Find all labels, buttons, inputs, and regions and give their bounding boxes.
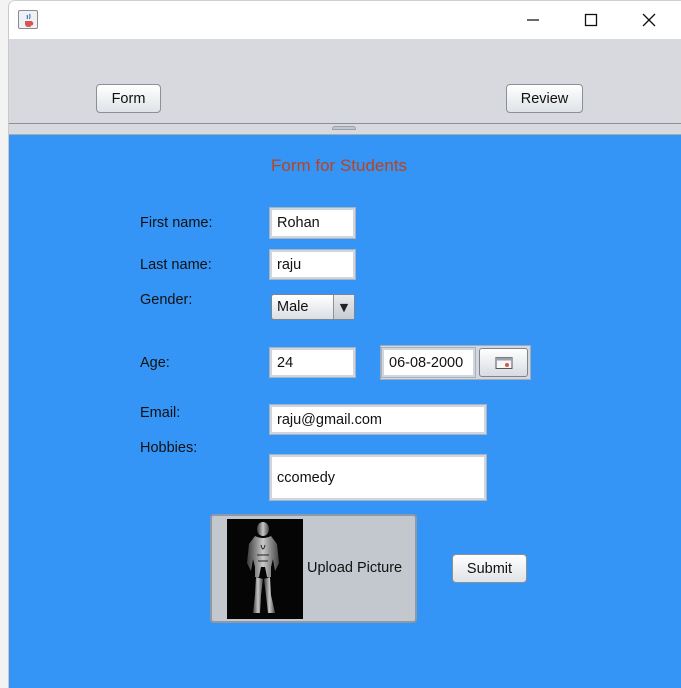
student-form-panel: Form for Students First name: Rohan Last… bbox=[9, 135, 681, 688]
email-label: Email: bbox=[140, 405, 181, 421]
email-input[interactable]: raju@gmail.com bbox=[269, 404, 487, 435]
first-name-label: First name: bbox=[140, 215, 213, 231]
gender-selected-value: Male bbox=[277, 299, 309, 315]
submit-button[interactable]: Submit bbox=[452, 554, 527, 583]
figure-photo-thumbnail bbox=[227, 519, 303, 619]
review-tab-button[interactable]: Review bbox=[506, 84, 583, 113]
maximize-button[interactable] bbox=[562, 1, 620, 39]
minimize-icon bbox=[527, 19, 539, 21]
dropdown-arrow-icon[interactable]: ▼ bbox=[333, 295, 354, 319]
upload-picture-label: Upload Picture bbox=[307, 560, 403, 576]
hobbies-label: Hobbies: bbox=[140, 440, 198, 456]
close-button[interactable] bbox=[620, 1, 678, 39]
age-label: Age: bbox=[140, 355, 170, 371]
maximize-icon bbox=[584, 13, 598, 27]
upload-picture-button[interactable]: Upload Picture bbox=[210, 514, 417, 623]
gender-label: Gender: bbox=[140, 292, 193, 308]
hobbies-input[interactable]: ccomedy bbox=[269, 454, 487, 501]
java-cup-icon bbox=[18, 10, 38, 29]
age-input[interactable]: 24 bbox=[269, 347, 356, 378]
form-tab-button[interactable]: Form bbox=[96, 84, 161, 113]
application-window: Form Review Form for Students First name… bbox=[8, 0, 681, 688]
calendar-icon bbox=[495, 356, 512, 369]
last-name-label: Last name: bbox=[140, 257, 212, 273]
split-pane-divider[interactable] bbox=[9, 123, 681, 135]
title-bar bbox=[9, 1, 681, 39]
form-title: Form for Students bbox=[271, 156, 408, 175]
tab-bar: Form Review bbox=[9, 39, 681, 123]
last-name-input[interactable]: raju bbox=[269, 249, 356, 280]
date-input[interactable]: 06-08-2000 bbox=[381, 347, 476, 378]
divider-grip[interactable] bbox=[332, 126, 356, 130]
minimize-button[interactable] bbox=[504, 1, 562, 39]
calendar-button[interactable] bbox=[479, 348, 528, 377]
gender-dropdown[interactable]: Male ▼ bbox=[271, 294, 355, 320]
close-icon bbox=[642, 13, 656, 27]
first-name-input[interactable]: Rohan bbox=[269, 207, 356, 239]
